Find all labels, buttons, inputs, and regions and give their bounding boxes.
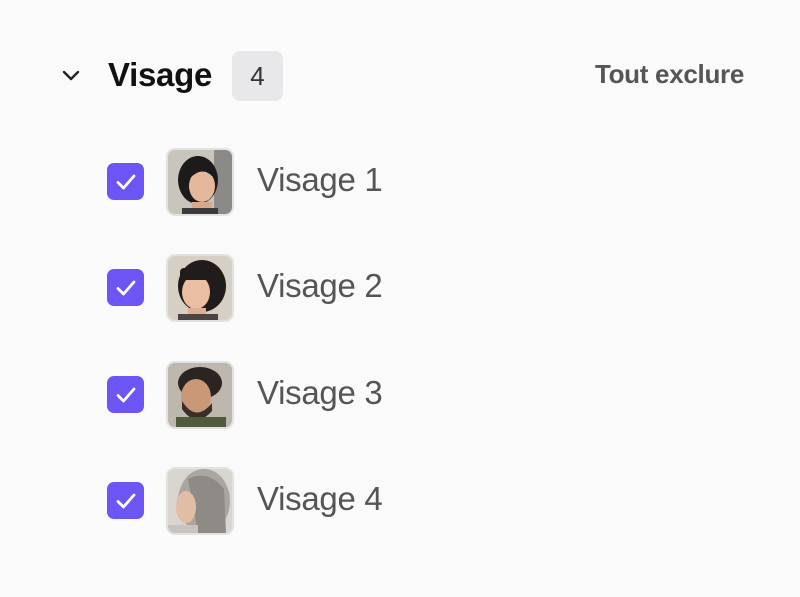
- checkmark-icon: [116, 174, 135, 189]
- face-label: Visage 2: [257, 267, 383, 304]
- face-row[interactable]: Visage 1: [0, 147, 800, 216]
- section-header: Visage 4 Tout exclure: [0, 48, 800, 102]
- face-thumbnail: [166, 148, 234, 216]
- exclude-all-button[interactable]: Tout exclure: [595, 56, 744, 92]
- count-badge: 4: [232, 51, 283, 101]
- woman-bangs-dark-hair-thumbnail: [168, 256, 232, 320]
- face-thumbnail: [166, 254, 234, 322]
- face-checkbox[interactable]: [107, 376, 144, 413]
- woman-short-dark-hair-thumbnail: [168, 150, 232, 214]
- face-checkbox[interactable]: [107, 163, 144, 200]
- face-checkbox[interactable]: [107, 269, 144, 306]
- man-beard-dark-hair-thumbnail: [168, 363, 232, 427]
- face-label: Visage 4: [257, 480, 383, 517]
- face-thumbnail: [166, 361, 234, 429]
- checkmark-icon: [116, 280, 135, 295]
- face-label: Visage 3: [257, 374, 383, 411]
- face-thumbnail: [166, 467, 234, 535]
- face-row[interactable]: Visage 3: [0, 360, 800, 429]
- face-row[interactable]: Visage 2: [0, 253, 800, 322]
- section-title: Visage: [108, 56, 212, 93]
- face-row[interactable]: Visage 4: [0, 466, 800, 535]
- checkmark-icon: [116, 493, 135, 508]
- face-checkbox[interactable]: [107, 482, 144, 519]
- chevron-down-icon[interactable]: [58, 62, 84, 88]
- checkmark-icon: [116, 387, 135, 402]
- older-person-gray-hair-thumbnail: [168, 469, 232, 533]
- faces-panel: Visage 4 Tout exclure Visage 1 Visage 2 …: [0, 0, 800, 597]
- face-label: Visage 1: [257, 161, 383, 198]
